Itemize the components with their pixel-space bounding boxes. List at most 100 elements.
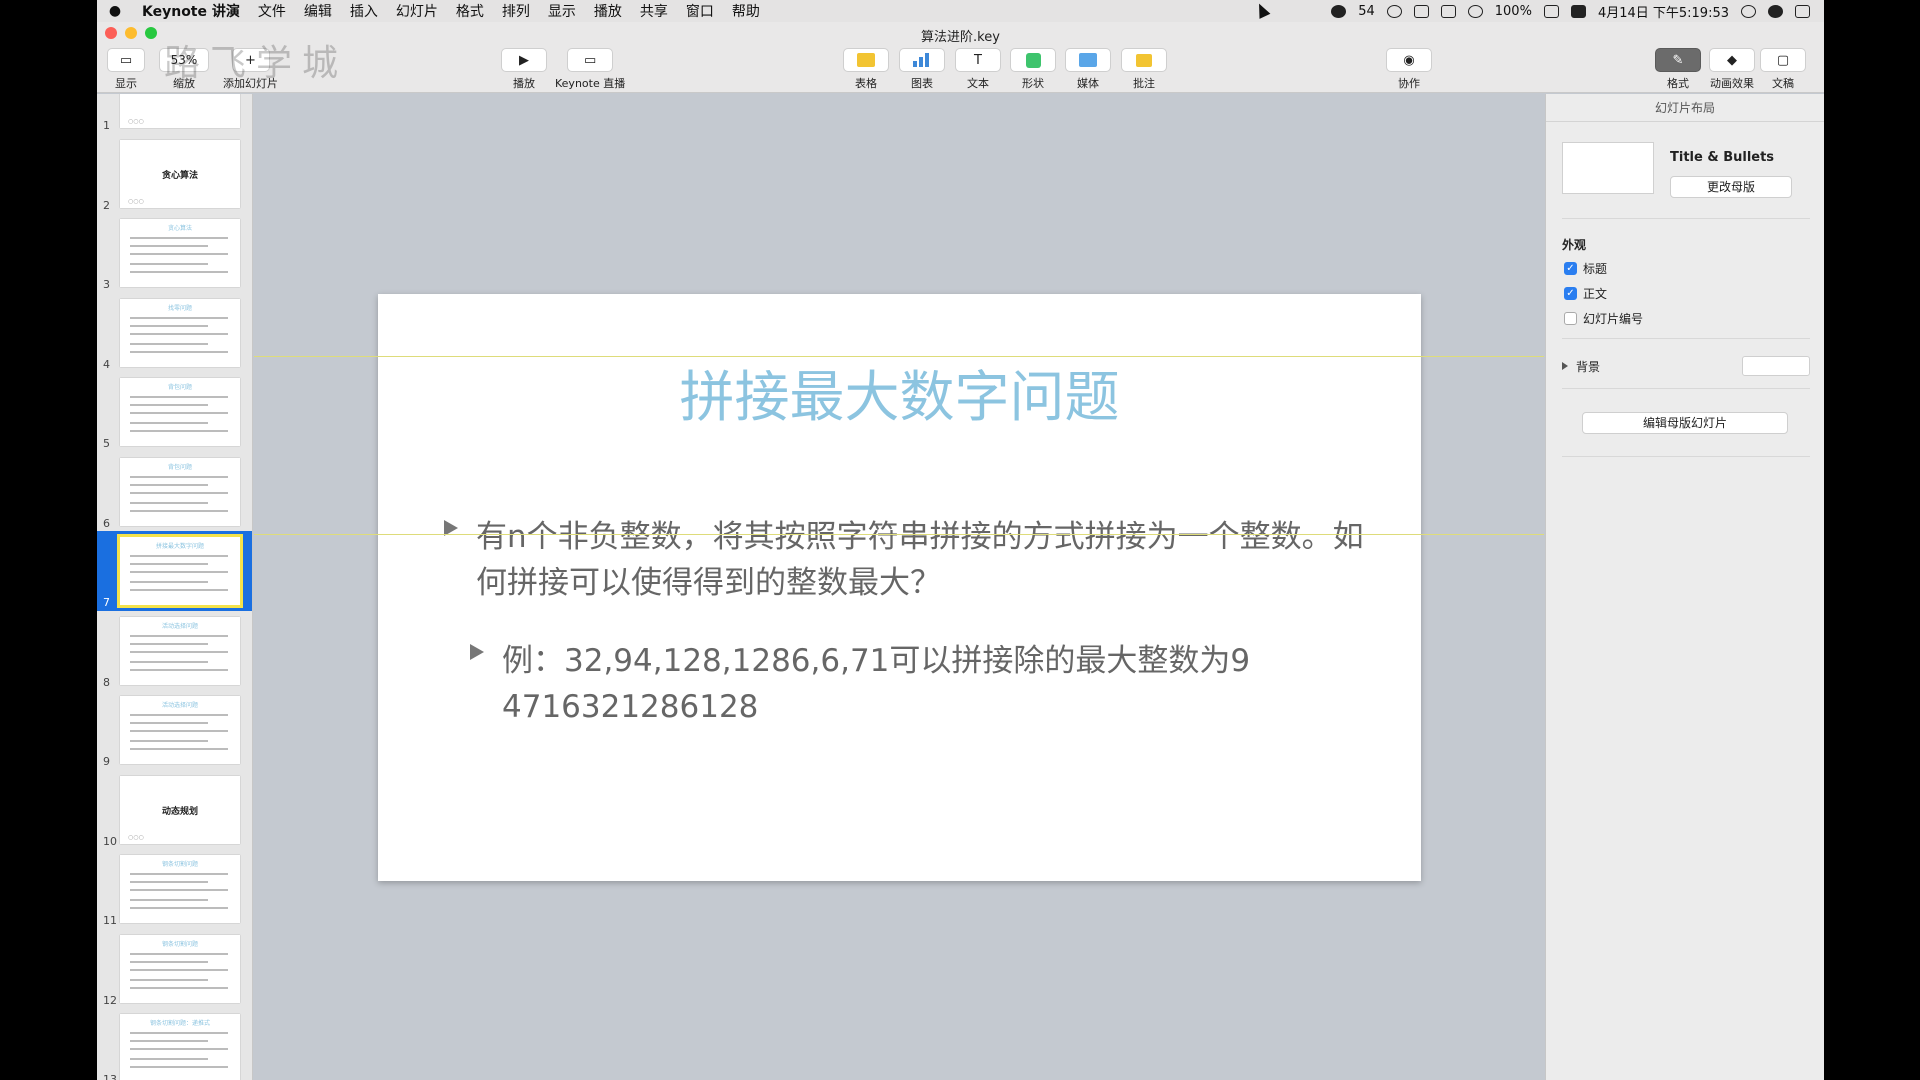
text-button[interactable]: T 文本 [955, 48, 1001, 91]
slide-thumbnail-title: 活动选择问题 [161, 622, 198, 630]
title-checkbox-row[interactable]: ✓ 标题 [1564, 260, 1607, 277]
slide-number: 10 [103, 834, 117, 848]
slide-thumbnail-12[interactable]: 钢条切割问题 12 [97, 929, 252, 1009]
slide-number: 5 [103, 437, 110, 450]
thumbnail-text-line [130, 571, 228, 573]
slide-thumbnail-2[interactable]: 贪心算法 ○○○ 2 [97, 134, 252, 214]
play-button[interactable]: ▶ 播放 [501, 48, 547, 91]
apple-menu-icon[interactable]: ● [97, 3, 133, 19]
thumbnail-text-line [130, 350, 228, 353]
slide-number: 7 [103, 596, 110, 609]
slide-thumbnail-image: 拼接最大数字问题 [117, 534, 243, 608]
slide-thumbnail-heading: 动态规划 [161, 806, 198, 817]
microphone-icon[interactable] [1386, 4, 1402, 18]
bell-icon[interactable] [1331, 4, 1347, 18]
table-icon [857, 53, 875, 67]
slide-thumbnail-9[interactable]: 活动选择问题 9 [97, 690, 252, 770]
divider [1562, 456, 1810, 457]
change-master-button[interactable]: 更改母版 [1670, 176, 1792, 198]
slide-thumbnail-image: 背包问题 [120, 457, 240, 526]
menu-bar: ● Keynote 讲演 文件 编辑 插入 幻灯片 格式 排列 显示 播放 共享… [97, 0, 1824, 22]
body-checkbox[interactable]: ✓ [1564, 287, 1577, 300]
menu-edit[interactable]: 编辑 [295, 1, 341, 21]
edit-master-button[interactable]: 编辑母版幻灯片 [1582, 412, 1788, 434]
watermark: 路飞学城 [164, 43, 349, 84]
slide-thumbnail-10[interactable]: 动态规划 ○○○ 10 [97, 770, 252, 850]
table-button[interactable]: 表格 [843, 48, 889, 91]
keynote-live-button[interactable]: ▭ Keynote 直播 [555, 48, 625, 91]
menu-play[interactable]: 播放 [585, 1, 631, 21]
menu-help[interactable]: 帮助 [723, 1, 769, 21]
comment-button[interactable]: 批注 [1121, 48, 1167, 91]
slide-canvas: 拼接最大数字问题 有n个非负整数，将其按照字符串拼接的方式拼接为一个整数。如何拼… [254, 94, 1544, 1080]
menu-slide[interactable]: 幻灯片 [387, 1, 447, 21]
menu-window[interactable]: 窗口 [677, 1, 723, 21]
slide-thumbnail-6[interactable]: 背包问题 6 [97, 452, 252, 532]
menu-view[interactable]: 显示 [539, 1, 585, 21]
slide-thumbnail-title: 背包问题 [167, 463, 192, 471]
control-center-icon[interactable] [1795, 4, 1810, 18]
slide-thumbnail-11[interactable]: 钢条切割问题 11 [97, 849, 252, 929]
app-s-icon[interactable] [1570, 4, 1586, 18]
menu-format[interactable]: 格式 [447, 1, 493, 21]
slide-thumbnail-7[interactable]: 拼接最大数字问题 7 [97, 531, 252, 611]
menu-app[interactable]: Keynote 讲演 [133, 1, 249, 21]
search-icon[interactable] [1741, 4, 1756, 18]
grid-icon[interactable] [1413, 4, 1429, 18]
slide-number: 4 [103, 357, 110, 371]
thumbnail-text-line [130, 899, 208, 901]
clock[interactable]: 4月14日 下午5:19:53 [1598, 2, 1729, 21]
inspector-header: 幻灯片布局 [1546, 94, 1824, 122]
slide-thumbnail-5[interactable]: 背包问题 5 [97, 372, 252, 452]
slide-thumbnail-heading: 贪心算法 [161, 170, 198, 181]
screen-record-icon[interactable] [1440, 4, 1456, 18]
body-checkbox-label: 正文 [1583, 287, 1608, 301]
wifi-icon[interactable] [1467, 4, 1483, 18]
format-button[interactable]: ✎ 格式 [1655, 48, 1701, 91]
slide-title[interactable]: 拼接最大数字问题 [378, 352, 1421, 432]
layout-thumbnail [1562, 142, 1654, 194]
slide-navigator[interactable]: ○○○ 1 贪心算法 ○○○ 2 贪心算法 3 找零问题 4 背包问题 5 背包问题 6 拼接最大数字问题… [97, 94, 253, 1080]
disclosure-triangle-icon[interactable] [1562, 362, 1568, 370]
view-button[interactable]: ▭ 显示 [107, 48, 145, 91]
menu-share[interactable]: 共享 [631, 1, 677, 21]
slide-thumbnail-4[interactable]: 找零问题 4 [97, 293, 252, 373]
media-icon [1079, 53, 1097, 67]
slide-thumbnail-13[interactable]: 钢条切割问题：递推式 13 [97, 1008, 252, 1080]
bullet-1[interactable]: 有n个非负整数，将其按照字符串拼接的方式拼接为一个整数。如何拼接可以使得得到的整… [444, 514, 1384, 606]
siri-icon[interactable] [1768, 4, 1783, 18]
media-button[interactable]: 媒体 [1065, 48, 1111, 91]
bullet-2[interactable]: 例：32,94,128,1286,6,71可以拼接除的最大整数为94716321… [470, 638, 1370, 730]
slide-thumbnail-image: ○○○ [120, 94, 240, 128]
thumbnail-text-line [130, 404, 208, 406]
layout-name: Title & Bullets [1670, 150, 1775, 165]
menu-arrange[interactable]: 排列 [493, 1, 539, 21]
slide[interactable]: 拼接最大数字问题 有n个非负整数，将其按照字符串拼接的方式拼接为一个整数。如何拼… [378, 294, 1421, 881]
slide-thumbnail-title: 贪心算法 [167, 225, 192, 232]
slide-thumbnail-title: 背包问题 [167, 384, 192, 391]
slide-number-checkbox[interactable] [1564, 312, 1577, 325]
thumbnail-text-line [130, 324, 208, 327]
chart-button[interactable]: 图表 [899, 48, 945, 91]
slide-thumbnail-1[interactable]: ○○○ 1 [97, 94, 252, 134]
battery-icon[interactable] [1543, 4, 1559, 18]
slide-number-checkbox-row[interactable]: 幻灯片编号 [1564, 310, 1643, 327]
animate-button[interactable]: ◆ 动画效果 [1709, 48, 1755, 91]
background-row[interactable]: 背景 [1562, 356, 1810, 376]
thumbnail-text-line [130, 660, 208, 663]
thumbnail-text-line [130, 422, 208, 424]
menu-file[interactable]: 文件 [249, 1, 295, 21]
document-button[interactable]: ▢ 文稿 [1760, 48, 1806, 91]
animate-icon: ◆ [1709, 48, 1755, 72]
background-color-well[interactable] [1742, 356, 1810, 376]
slide-thumbnail-3[interactable]: 贪心算法 3 [97, 213, 252, 293]
thumbnail-text-line [130, 907, 228, 909]
collaborate-button[interactable]: ◉ 协作 [1386, 48, 1432, 91]
shape-button[interactable]: 形状 [1010, 48, 1056, 91]
title-checkbox[interactable]: ✓ [1564, 262, 1577, 275]
thumbnail-text-line [130, 634, 228, 637]
body-checkbox-row[interactable]: ✓ 正文 [1564, 285, 1607, 302]
thumbnail-text-line [130, 430, 228, 432]
slide-thumbnail-8[interactable]: 活动选择问题 8 [97, 611, 252, 691]
menu-insert[interactable]: 插入 [341, 1, 387, 21]
